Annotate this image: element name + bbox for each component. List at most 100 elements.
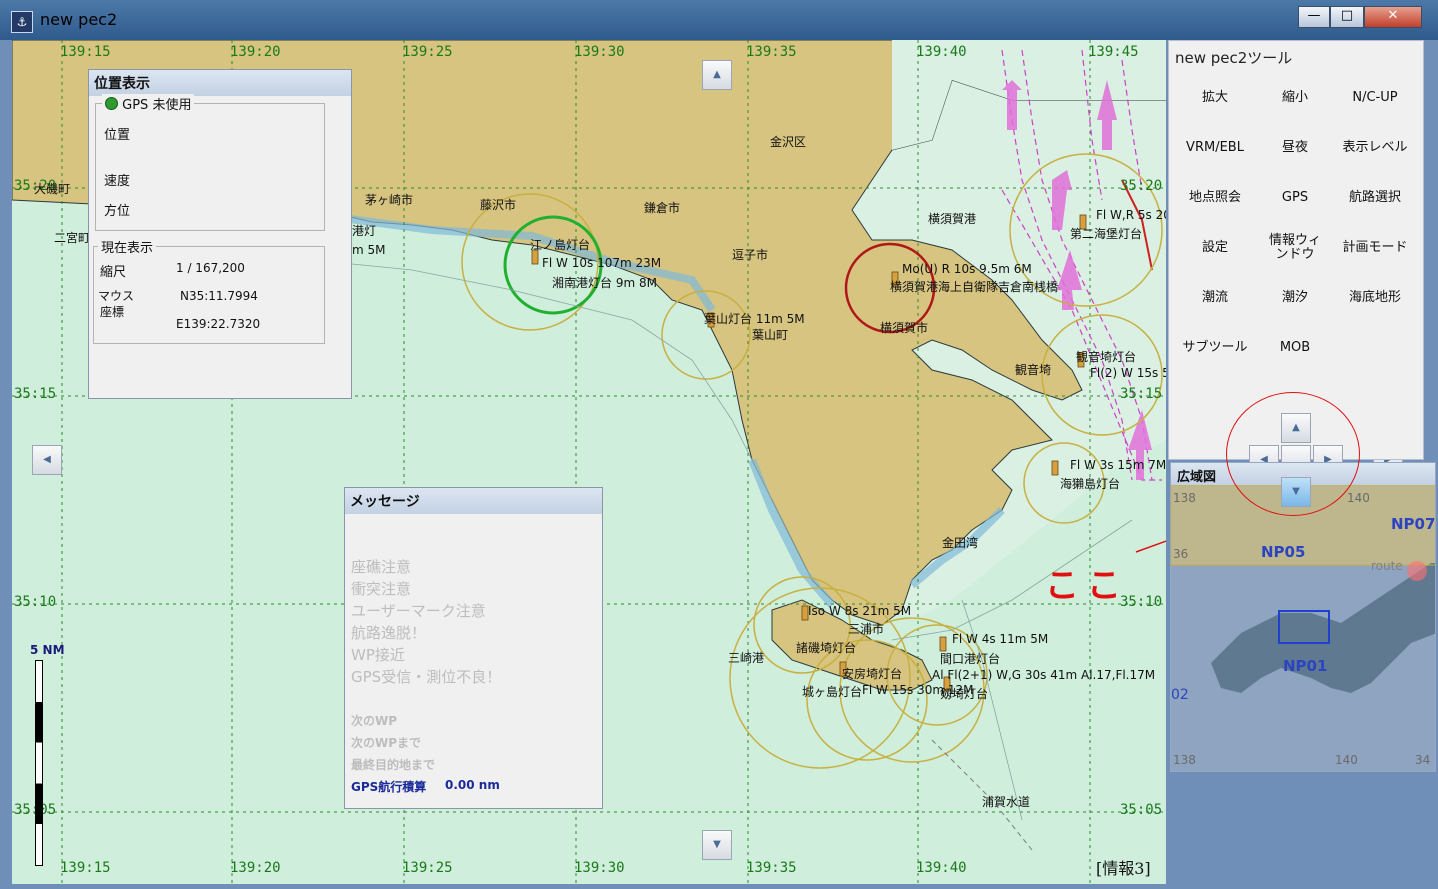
place-label: 金田湾	[942, 536, 979, 550]
gps-total-value: 0.00 nm	[445, 778, 500, 792]
settings-button[interactable]: 設定	[1175, 241, 1255, 255]
position-panel-title: 位置表示	[89, 70, 351, 96]
place-label: 茅ヶ崎市	[365, 193, 414, 207]
alert-offroute: 航路逸脱！	[351, 624, 427, 642]
nc-up-button[interactable]: N/C-UP	[1335, 91, 1415, 105]
zoom-in-button[interactable]: 拡大	[1175, 91, 1255, 105]
scale-label: 5 NM	[30, 643, 65, 657]
maximize-button[interactable]: □	[1330, 6, 1364, 28]
subtool-button[interactable]: サブツール	[1175, 341, 1255, 355]
display-group: 現在表示 縮尺 1 / 167,200 マウス 座標 N35:11.7994 E…	[93, 237, 325, 344]
info-label: [情報3]	[1096, 859, 1151, 878]
lon-label-bottom: 139:20	[230, 860, 281, 876]
vrm-ebl-button[interactable]: VRM/EBL	[1175, 141, 1255, 155]
light-label: 間口港灯台	[940, 652, 1001, 666]
day-night-button[interactable]: 昼夜	[1255, 141, 1335, 155]
light-label: 第二海堡灯台	[1070, 227, 1143, 241]
window-title: new pec2	[40, 10, 118, 29]
lon-label-bottom: 139:40	[916, 860, 967, 876]
speed-label: 速度	[104, 174, 131, 189]
place-label: 藤沢市	[480, 198, 517, 212]
light-label: Al Fl(2+1) W,G 30s 41m Al.17,Fl.17M	[932, 668, 1156, 682]
light-label: 港灯	[352, 224, 377, 238]
light-label: 江ノ島灯台	[530, 238, 591, 252]
seabed-button[interactable]: 海底地形	[1335, 291, 1415, 305]
scale-label: 縮尺	[100, 265, 127, 280]
light-label: 横須賀港海上自衛隊吉倉南桟橋	[890, 280, 1059, 294]
gps-total-label: GPS航行積算	[351, 780, 427, 794]
message-panel: メッセージ 座礁注意 衝突注意 ユーザーマーク注意 航路逸脱！ WP接近 GPS…	[344, 487, 603, 809]
lon-label-top: 139:15	[60, 44, 111, 60]
light-label: 諸磯埼灯台	[796, 641, 857, 655]
tools-title: new pec2ツール	[1175, 49, 1293, 67]
overview-label-route: route	[1371, 559, 1403, 573]
light-label: Fl(2) W 15s 5	[1090, 366, 1166, 380]
lon-label-bottom: 139:25	[402, 860, 453, 876]
position-label: 位置	[104, 128, 131, 143]
light-label: 葉山灯台 11m 5M	[704, 312, 805, 326]
overview-tick: 34	[1415, 753, 1431, 767]
close-button[interactable]: ✕	[1364, 6, 1422, 28]
light-label: 湘南港灯台 9m 8M	[552, 276, 657, 290]
alert-wp-approach: WP接近	[351, 646, 405, 664]
info-window-button[interactable]: 情報ウィンドウ	[1269, 234, 1321, 262]
overview-tick: 140	[1335, 753, 1358, 767]
scroll-down-button[interactable]: ▼	[702, 830, 732, 860]
gps-group: GPS 未使用 位置 速度 方位	[95, 94, 325, 231]
place-label: 鎌倉市	[644, 201, 681, 215]
lon-label-top: 139:20	[230, 44, 281, 60]
display-level-button[interactable]: 表示レベル	[1335, 141, 1415, 155]
alert-collision: 衝突注意	[351, 580, 412, 598]
lon-label-bottom: 139:15	[60, 860, 111, 876]
place-label: 横須賀港	[928, 212, 977, 226]
lon-label-top: 139:35	[746, 44, 797, 60]
point-query-button[interactable]: 地点照会	[1175, 191, 1255, 205]
place-label: 三崎港	[728, 651, 765, 665]
lat-label-right: 35:05	[1120, 802, 1163, 818]
place-label: 二宮町	[54, 231, 91, 245]
app-icon: ⚓	[11, 11, 33, 33]
zoom-out-button[interactable]: 縮小	[1255, 91, 1335, 105]
light-label: 剱埼灯台	[940, 687, 989, 701]
overview-tick: 140	[1347, 491, 1370, 505]
place-label: 横須賀市	[880, 321, 929, 335]
light-label: Fl W 4s 11m 5M	[952, 632, 1049, 646]
lat-label-right: 35:20	[1120, 178, 1163, 194]
place-label: 大磯町	[34, 182, 71, 196]
mouse-lat-value: N35:11.7994	[180, 289, 258, 303]
plan-mode-button[interactable]: 計画モード	[1335, 241, 1415, 255]
alert-grounding: 座礁注意	[351, 558, 412, 576]
minimize-button[interactable]: —	[1298, 6, 1330, 28]
overview-label-np01: NP01	[1283, 657, 1328, 675]
light-label: 城ヶ島灯台	[802, 685, 863, 699]
light-label: 安房埼灯台	[842, 667, 903, 681]
overview-tick: 138	[1173, 491, 1196, 505]
mob-button[interactable]: MOB	[1255, 341, 1335, 355]
annotation-text: ここ	[1045, 566, 1129, 606]
light-label: m 5M	[352, 243, 386, 257]
route-select-button[interactable]: 航路選択	[1335, 191, 1415, 205]
next-wp-label: 次のWP	[351, 714, 398, 728]
final-dest-label: 最終目的地まで	[351, 758, 436, 772]
scroll-left-button[interactable]: ◀	[32, 445, 62, 475]
lat-label-left: 35:10	[14, 594, 57, 610]
mouse-label: マウス	[98, 289, 135, 303]
lon-label-top: 139:40	[916, 44, 967, 60]
alert-usermark: ユーザーマーク注意	[351, 602, 486, 620]
mouse-lon-value: E139:22.7320	[176, 317, 261, 331]
heading-label: 方位	[104, 204, 131, 219]
lon-label-bottom: 139:30	[574, 860, 625, 876]
lat-label-left: 35:15	[14, 386, 57, 402]
overview-tick: 36	[1173, 547, 1189, 561]
tidal-current-button[interactable]: 潮流	[1175, 291, 1255, 305]
tide-button[interactable]: 潮汐	[1255, 291, 1335, 305]
gps-button[interactable]: GPS	[1255, 191, 1335, 205]
light-label: Mo(U) R 10s 9.5m 6M	[902, 262, 1032, 276]
overview-label-np05: NP05	[1261, 543, 1306, 561]
scale-value: 1 / 167,200	[176, 261, 245, 275]
position-panel: 位置表示 GPS 未使用 位置 速度 方位 現在表示 縮尺 1 / 167,20…	[88, 69, 352, 399]
lon-label-bottom: 139:35	[746, 860, 797, 876]
light-label: Fl W 10s 107m 23M	[542, 256, 662, 270]
place-label: 金沢区	[770, 135, 807, 149]
scroll-up-button[interactable]: ▲	[702, 60, 732, 90]
